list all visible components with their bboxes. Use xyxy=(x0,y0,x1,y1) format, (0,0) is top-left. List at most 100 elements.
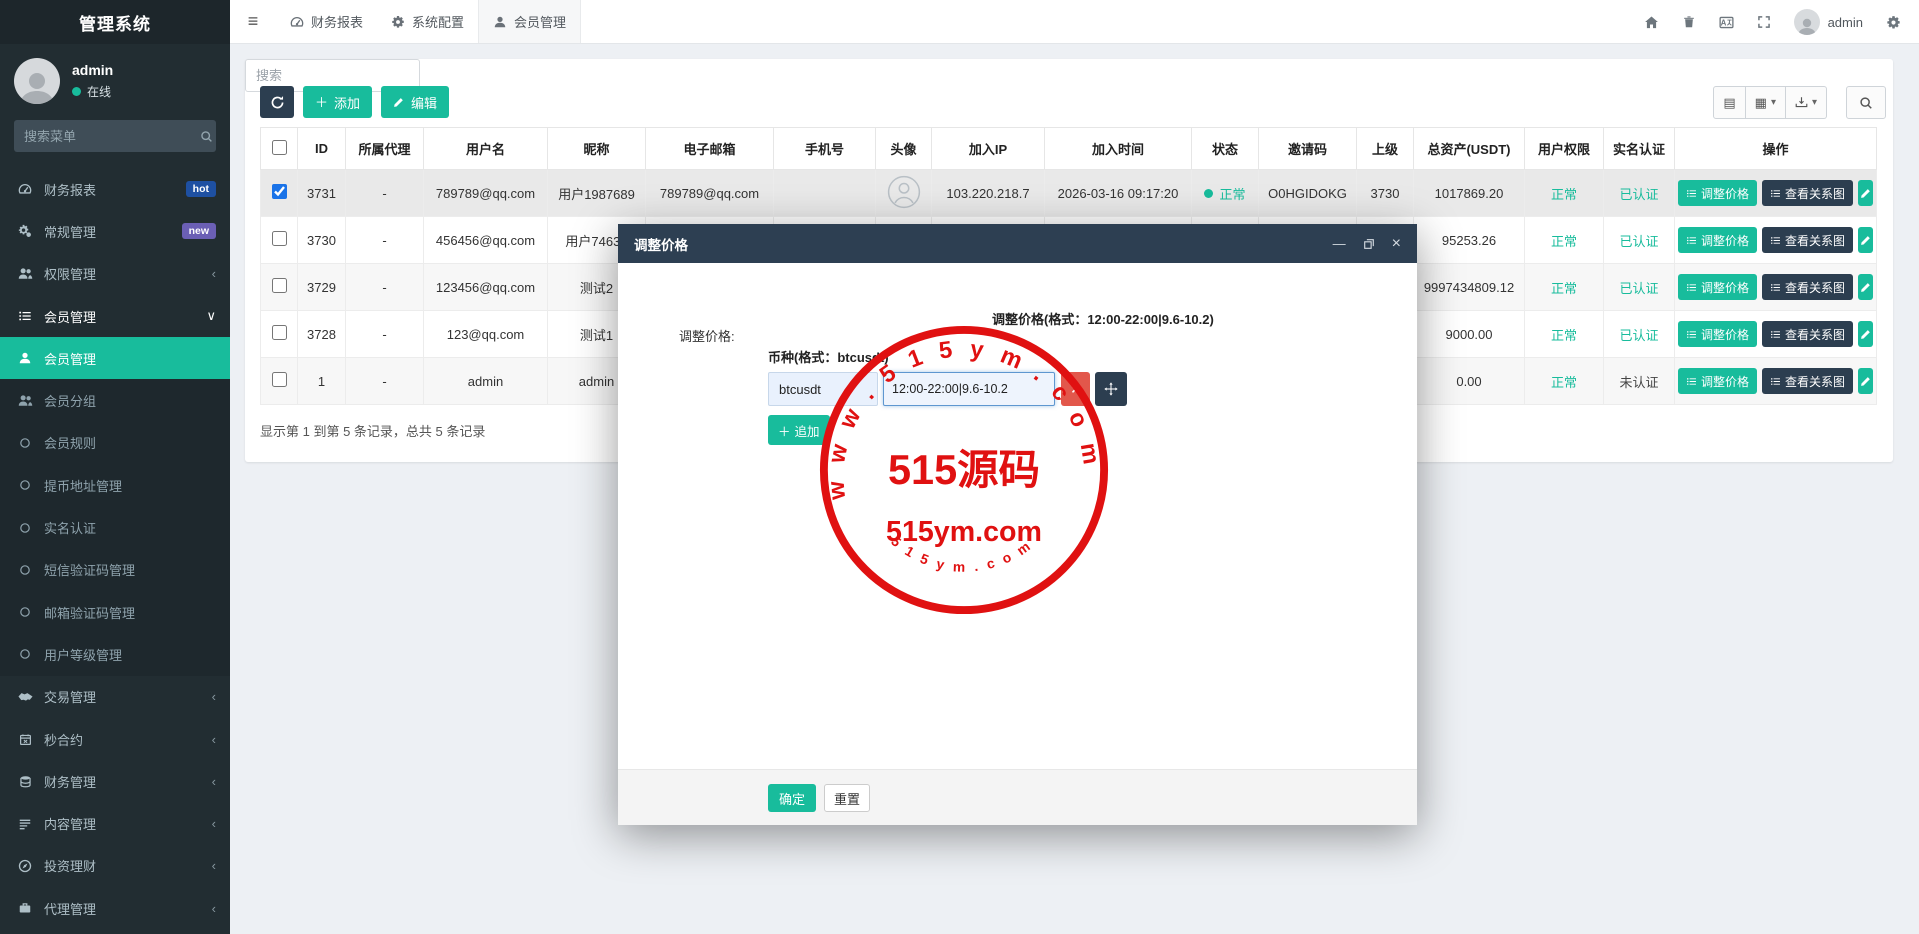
search-submit-button[interactable] xyxy=(1846,86,1886,119)
view-relation-graph-button[interactable]: 查看关系图 xyxy=(1762,321,1853,347)
minimize-icon[interactable]: — xyxy=(1333,236,1346,251)
row-checkbox[interactable] xyxy=(272,278,287,293)
select-all-checkbox[interactable] xyxy=(272,140,287,155)
sidebar-search-input[interactable] xyxy=(24,129,200,144)
columns-button[interactable]: ▦▾ xyxy=(1746,86,1786,119)
sidebar: 管理系统 admin 在线 财务报表hot常规管理new权限管理‹会员管理∨会员… xyxy=(0,0,230,934)
view-relation-graph-button[interactable]: 查看关系图 xyxy=(1762,368,1853,394)
sidebar-item[interactable]: 会员规则 xyxy=(0,422,230,464)
field-label: 调整价格: xyxy=(679,326,735,345)
view-relation-graph-button[interactable]: 查看关系图 xyxy=(1762,274,1853,300)
home-icon[interactable] xyxy=(1644,15,1659,30)
edit-row-button[interactable] xyxy=(1858,274,1873,300)
fullscreen-icon[interactable] xyxy=(1757,15,1771,29)
adjust-price-button[interactable]: 调整价格 xyxy=(1678,180,1757,206)
hamburger-menu-icon[interactable]: ≡ xyxy=(230,0,276,43)
sidebar-item[interactable]: 会员管理∨ xyxy=(0,295,230,337)
cell-ip: 103.220.218.7 xyxy=(932,170,1045,217)
chevron-left-icon: ‹ xyxy=(212,774,216,789)
view-relation-graph-button[interactable]: 查看关系图 xyxy=(1762,180,1853,206)
chevron-left-icon: ‹ xyxy=(212,816,216,831)
edit-row-button[interactable] xyxy=(1858,227,1873,253)
user-menu[interactable]: admin xyxy=(1794,9,1863,35)
sidebar-search[interactable] xyxy=(14,120,216,152)
tab-系统配置[interactable]: 系统配置 xyxy=(377,0,478,43)
column-header[interactable]: 实名认证 xyxy=(1604,128,1675,170)
sidebar-item-label: 会员分组 xyxy=(44,391,96,410)
sidebar-item[interactable]: 实名认证 xyxy=(0,506,230,548)
export-button[interactable]: ▾ xyxy=(1786,86,1827,119)
sidebar-item[interactable]: 短信验证码管理 xyxy=(0,549,230,591)
confirm-button[interactable]: 确定 xyxy=(768,784,816,812)
language-icon[interactable]: A xyxy=(1719,15,1734,30)
adjust-price-button[interactable]: 调整价格 xyxy=(1678,227,1757,253)
close-icon[interactable]: × xyxy=(1392,235,1401,253)
settings-gears-icon[interactable] xyxy=(1886,15,1901,30)
cell-assets: 95253.26 xyxy=(1414,217,1525,264)
column-header[interactable]: 加入IP xyxy=(932,128,1045,170)
edit-button[interactable]: 编辑 xyxy=(381,86,449,118)
sidebar-item[interactable]: 权限管理‹ xyxy=(0,253,230,295)
column-header[interactable]: 用户权限 xyxy=(1525,128,1604,170)
sidebar-item[interactable]: 用户等级管理 xyxy=(0,633,230,675)
column-header[interactable]: 头像 xyxy=(876,128,932,170)
modal-title: 调整价格 xyxy=(634,234,688,254)
row-checkbox[interactable] xyxy=(272,372,287,387)
column-header[interactable]: 所属代理 xyxy=(346,128,424,170)
sidebar-item[interactable]: 提币地址管理 xyxy=(0,464,230,506)
sidebar-item[interactable]: 投资理财‹ xyxy=(0,845,230,887)
column-header[interactable]: 状态 xyxy=(1192,128,1259,170)
row-checkbox[interactable] xyxy=(272,184,287,199)
cell-kyc: 已认证 xyxy=(1604,311,1675,358)
sidebar-item[interactable]: 常规管理new xyxy=(0,210,230,252)
column-header[interactable]: ID xyxy=(298,128,346,170)
sidebar-item[interactable]: 交易管理‹ xyxy=(0,676,230,718)
edit-row-button[interactable] xyxy=(1858,321,1873,347)
search-icon xyxy=(200,130,213,143)
column-header[interactable]: 加入时间 xyxy=(1045,128,1192,170)
sidebar-item[interactable]: 财务报表hot xyxy=(0,168,230,210)
refresh-button[interactable] xyxy=(260,86,294,118)
sidebar-item[interactable]: 秒合约 ‹ xyxy=(0,718,230,760)
cell-invite-code: O0HGIDOKG xyxy=(1259,170,1357,217)
column-header[interactable]: 手机号 xyxy=(774,128,876,170)
edit-row-button[interactable] xyxy=(1858,368,1873,394)
column-header[interactable]: 操作 xyxy=(1675,128,1877,170)
column-header[interactable]: 总资产(USDT) xyxy=(1414,128,1525,170)
column-header[interactable]: 用户名 xyxy=(424,128,548,170)
maximize-icon[interactable] xyxy=(1363,238,1375,250)
sidebar-item[interactable]: 邮箱验证码管理 xyxy=(0,591,230,633)
column-header[interactable]: 上级 xyxy=(1357,128,1414,170)
chevron-left-icon: ‹ xyxy=(212,732,216,747)
sidebar-item[interactable]: 财务管理‹ xyxy=(0,760,230,802)
adjust-price-button[interactable]: 调整价格 xyxy=(1678,274,1757,300)
reset-button[interactable]: 重置 xyxy=(824,784,870,812)
trash-icon[interactable] xyxy=(1682,15,1696,29)
view-relation-graph-button[interactable]: 查看关系图 xyxy=(1762,227,1853,253)
cell-kyc: 未认证 xyxy=(1604,358,1675,405)
detail-view-button[interactable]: ▤ xyxy=(1713,86,1745,119)
sidebar-item[interactable]: 会员分组 xyxy=(0,379,230,421)
tab-会员管理[interactable]: 会员管理 xyxy=(478,0,581,43)
sidebar-item[interactable]: 代理管理‹ xyxy=(0,887,230,929)
chevron-left-icon: ‹ xyxy=(212,689,216,704)
sidebar-item-label: 会员管理 xyxy=(44,349,96,368)
sidebar-item[interactable]: 会员管理 xyxy=(0,337,230,379)
chevron-left-icon: ‹ xyxy=(212,901,216,916)
sidebar-item[interactable]: 内容管理‹ xyxy=(0,802,230,844)
pencil-icon xyxy=(1860,234,1872,246)
column-header[interactable]: 昵称 xyxy=(548,128,646,170)
add-button[interactable]: ＋添加 xyxy=(303,86,372,118)
modal-header[interactable]: 调整价格 — × xyxy=(618,224,1417,263)
table-row: 3731-789789@qq.com用户1987689789789@qq.com… xyxy=(261,170,1877,217)
adjust-price-button[interactable]: 调整价格 xyxy=(1678,321,1757,347)
row-checkbox[interactable] xyxy=(272,231,287,246)
sidebar-item-label: 秒合约 xyxy=(44,730,83,749)
edit-row-button[interactable] xyxy=(1858,180,1873,206)
column-header[interactable]: 电子邮箱 xyxy=(646,128,774,170)
adjust-price-button[interactable]: 调整价格 xyxy=(1678,368,1757,394)
caret-down-icon: ▾ xyxy=(1771,97,1776,108)
column-header[interactable]: 邀请码 xyxy=(1259,128,1357,170)
row-checkbox[interactable] xyxy=(272,325,287,340)
tab-财务报表[interactable]: 财务报表 xyxy=(276,0,377,43)
